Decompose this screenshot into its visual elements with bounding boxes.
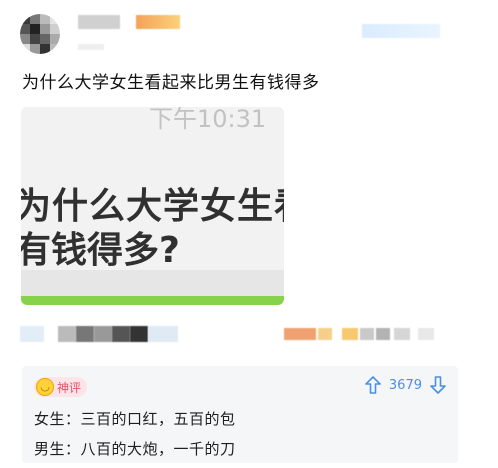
user-badge-redacted xyxy=(136,15,180,29)
god-comment-badge: ◡ 神评 xyxy=(34,377,88,397)
post-header xyxy=(0,0,498,60)
username-redacted[interactable] xyxy=(78,15,120,29)
arrow-up-icon[interactable] xyxy=(365,376,381,394)
comment-line-2: 男生：八百的大炮，一千的刀 xyxy=(34,440,236,458)
smile-face-icon: ◡ xyxy=(36,378,54,396)
comment-line-1: 女生：三百的口红，五百的包 xyxy=(34,410,236,428)
post-meta-redacted xyxy=(18,322,480,346)
arrow-down-icon[interactable] xyxy=(430,376,446,394)
image-green-bar xyxy=(21,296,284,305)
vote-count: 3679 xyxy=(388,377,422,393)
post-image[interactable]: 下午10:31 为什么大学女生看起来比 有钱得多? xyxy=(21,107,284,305)
post-title[interactable]: 为什么大学女生看起来比男生有钱得多 xyxy=(22,68,320,93)
image-time-text: 下午10:31 xyxy=(149,107,267,133)
image-question-line2: 有钱得多? xyxy=(21,230,180,271)
badge-label: 神评 xyxy=(57,380,82,395)
vote-controls: 3679 xyxy=(365,376,446,394)
user-meta-redacted xyxy=(78,44,104,50)
avatar[interactable] xyxy=(20,14,60,54)
image-lower-strip xyxy=(21,270,284,296)
top-comment[interactable]: ◡ 神评 3679 女生：三百的口红，五百的包 男生：八百的大炮，一千的刀 xyxy=(22,366,458,463)
follow-button-redacted[interactable] xyxy=(362,24,440,38)
